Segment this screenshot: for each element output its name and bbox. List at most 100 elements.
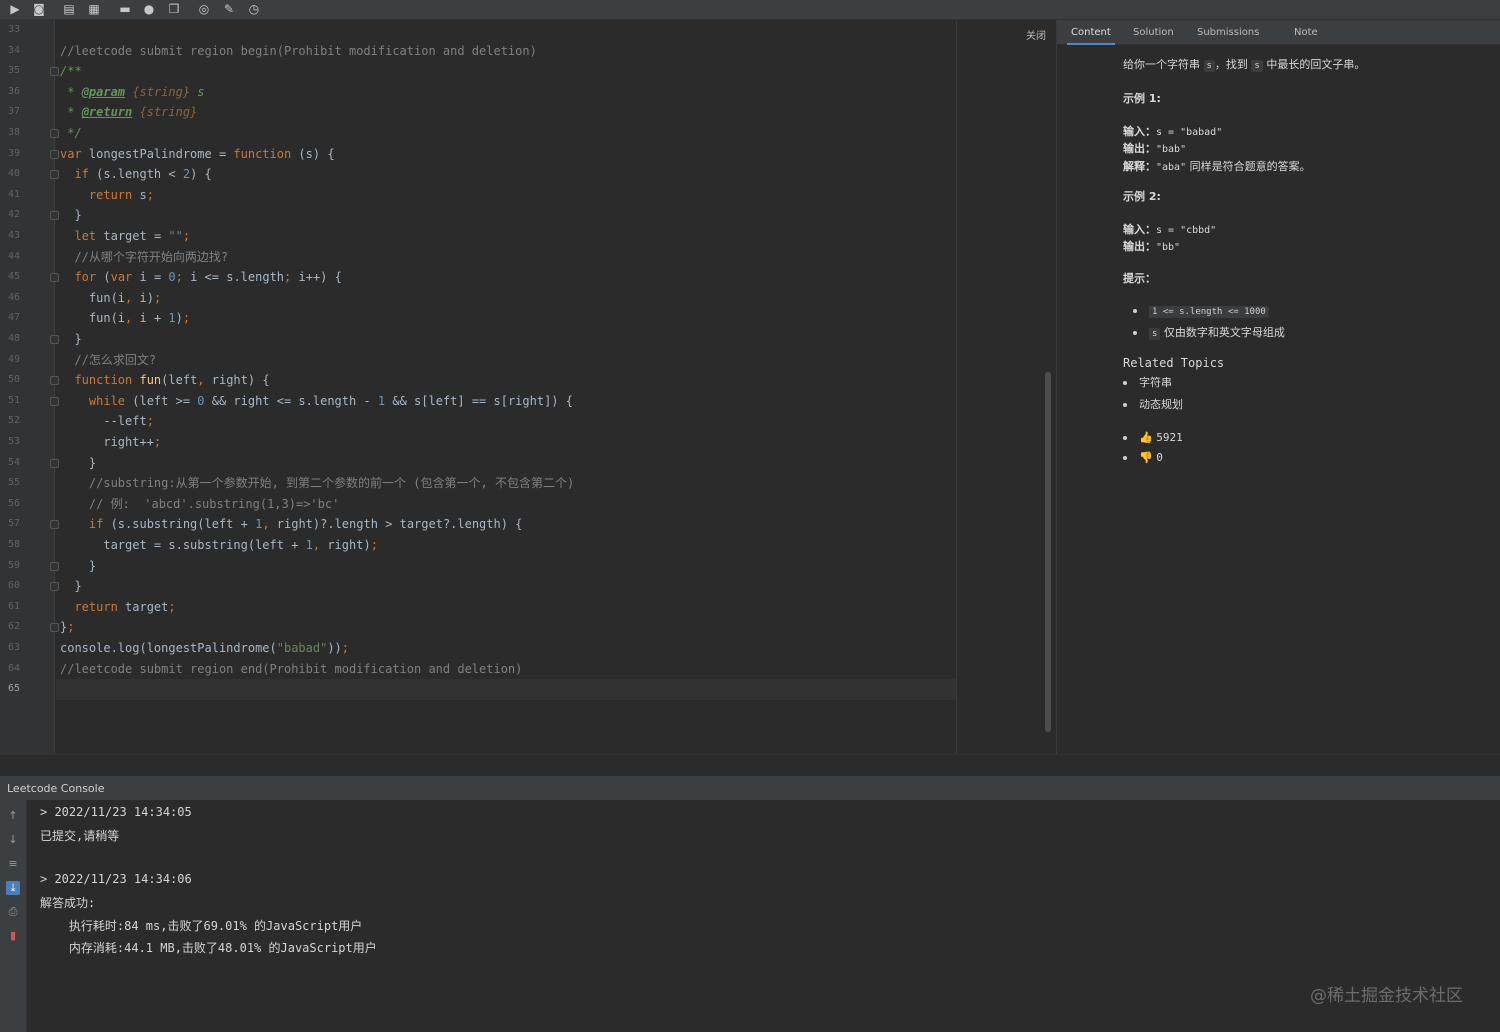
- code-line[interactable]: // 例: 'abcd'.substring(1,3)=>'bc': [60, 494, 339, 515]
- likes-item[interactable]: 👍 5921: [1123, 431, 1183, 444]
- hints-title: 提示：: [1123, 272, 1156, 285]
- code-line[interactable]: //leetcode submit region end(Prohibit mo…: [60, 659, 522, 680]
- thumbs-up-icon[interactable]: 👍: [1139, 431, 1153, 444]
- code-line[interactable]: };: [60, 617, 74, 638]
- copy-icon[interactable]: ❐: [166, 1, 182, 17]
- print-icon[interactable]: ⎙: [6, 905, 20, 919]
- topic-item[interactable]: 字符串: [1123, 374, 1172, 390]
- soft-wrap-icon[interactable]: ≡: [6, 857, 20, 871]
- submit-icon[interactable]: ▤: [61, 1, 77, 17]
- line-number: 53: [7, 436, 20, 447]
- run-icon[interactable]: ▶: [7, 1, 23, 17]
- hint-icon[interactable]: ●: [141, 1, 157, 17]
- console-line: 内存消耗:44.1 MB,击败了48.01% 的JavaScript用户: [40, 941, 377, 955]
- dislikes-item[interactable]: 👎 0: [1123, 451, 1163, 464]
- example-2-title: 示例 2:: [1123, 190, 1161, 203]
- code-line[interactable]: //substring:从第一个参数开始, 到第二个参数的前一个 (包含第一个,…: [60, 473, 574, 494]
- code-line[interactable]: --left;: [60, 411, 154, 432]
- explain-code: "aba": [1156, 162, 1187, 173]
- example-2-input: 输入：s = "cbbd": [1123, 221, 1216, 237]
- close-button[interactable]: 关闭: [1026, 27, 1046, 42]
- code-line[interactable]: return s;: [60, 185, 154, 206]
- code-line[interactable]: console.log(longestPalindrome("babad"));: [60, 638, 349, 659]
- line-number: 54: [7, 456, 20, 468]
- code-line[interactable]: if (s.length < 2) {: [60, 164, 211, 185]
- console-title: Leetcode Console: [7, 782, 105, 795]
- code-line[interactable]: right++;: [60, 432, 161, 453]
- code-line[interactable]: }: [60, 329, 81, 350]
- debug-icon[interactable]: ◙: [31, 1, 47, 17]
- code-line[interactable]: }: [60, 576, 81, 597]
- topic-label[interactable]: 字符串: [1139, 376, 1172, 389]
- code-line[interactable]: if (s.substring(left + 1, right)?.length…: [60, 514, 523, 535]
- code-line[interactable]: let target = "";: [60, 226, 190, 247]
- code-editor[interactable]: 33 34 35 36 37 38 39 40 41 42 43 44 45 46 47 48 49 50 51 52…: [0, 20, 1055, 754]
- console-toolbar: ↑ ↓ ≡ ⤓ ⎙ ▮: [0, 800, 27, 1032]
- line-number: 48: [7, 333, 20, 344]
- code-line[interactable]: return target;: [60, 597, 175, 618]
- line-number: 57: [7, 518, 20, 530]
- tab-content[interactable]: Content: [1067, 20, 1115, 45]
- code-line[interactable]: //怎么求回文?: [60, 350, 156, 371]
- code-line[interactable]: fun(i, i + 1);: [60, 308, 190, 329]
- code-line[interactable]: while (left >= 0 && right <= s.length - …: [60, 391, 573, 412]
- bullet: [1123, 381, 1127, 385]
- input-value: s = "cbbd": [1156, 225, 1217, 236]
- related-topics-title: Related Topics: [1123, 356, 1225, 370]
- line-number: 59: [7, 559, 20, 571]
- arrow-down-icon[interactable]: ↓: [6, 833, 20, 847]
- code-line[interactable]: }: [60, 453, 96, 474]
- explain-text: 同样是符合题意的答案。: [1186, 160, 1311, 173]
- dislikes-count: 0: [1156, 451, 1163, 464]
- trash-icon[interactable]: ▮: [6, 929, 20, 943]
- edit-icon[interactable]: ✎: [221, 1, 237, 17]
- tab-submissions[interactable]: Submissions: [1193, 20, 1263, 45]
- toolbar: ▶ ◙ ▤ ▦ ▬ ● ❐ ◎ ✎ ◷: [0, 0, 1500, 20]
- code-line[interactable]: function fun(left, right) {: [60, 370, 269, 391]
- code-line[interactable]: for (var i = 0; i <= s.length; i++) {: [60, 267, 341, 288]
- code-line[interactable]: //leetcode submit region begin(Prohibit …: [60, 41, 537, 62]
- thumbs-down-icon[interactable]: 👎: [1139, 451, 1153, 464]
- code-line[interactable]: * @param {string} s: [60, 82, 204, 103]
- watermark: @稀土掘金技术社区: [1310, 986, 1463, 1006]
- code-line[interactable]: var longestPalindrome = function (s) {: [60, 144, 335, 165]
- line-number: 45: [7, 271, 20, 283]
- console-output[interactable]: > 2022/11/23 14:34:05 已提交,请稍等 > 2022/11/…: [28, 800, 1500, 1032]
- explain-label: 解释：: [1123, 160, 1156, 173]
- panel-splitter[interactable]: [0, 754, 1500, 776]
- code-line[interactable]: //从哪个字符开始向两边找?: [60, 247, 228, 268]
- console-line: 执行耗时:84 ms,击败了69.01% 的JavaScript用户: [40, 919, 363, 933]
- problem-description: 给你一个字符串 s ，找到 s 中最长的回文子串。: [1123, 56, 1365, 72]
- code-area[interactable]: //leetcode submit region begin(Prohibit …: [56, 20, 956, 754]
- code-line[interactable]: /**: [60, 61, 82, 82]
- scroll-to-end-icon[interactable]: ⤓: [6, 881, 20, 895]
- code-line[interactable]: target = s.substring(left + 1, right);: [60, 535, 378, 556]
- line-number: 44: [7, 250, 20, 262]
- arrow-up-icon[interactable]: ↑: [6, 809, 20, 823]
- code-line[interactable]: * @return {string}: [60, 102, 197, 123]
- code-line[interactable]: */: [60, 123, 81, 144]
- code-line[interactable]: }: [60, 556, 96, 577]
- input-label: 输入：: [1123, 223, 1156, 236]
- example-2-output: 输出："bb": [1123, 238, 1180, 254]
- tab-solution[interactable]: Solution: [1129, 20, 1178, 45]
- topic-label[interactable]: 动态规划: [1139, 398, 1183, 411]
- input-label: 输入：: [1123, 125, 1156, 138]
- inline-code: s: [1251, 60, 1263, 72]
- code-line[interactable]: fun(i, i);: [60, 288, 161, 309]
- editor-scrollbar[interactable]: [1045, 372, 1051, 732]
- intro-text: 给你一个字符串: [1123, 58, 1204, 71]
- console-line: > 2022/11/23 14:34:05: [40, 805, 192, 819]
- output-value: "bb": [1156, 242, 1181, 253]
- topic-item[interactable]: 动态规划: [1123, 396, 1183, 412]
- likes-count: 5921: [1156, 431, 1183, 444]
- comment-icon[interactable]: ▬: [117, 1, 133, 17]
- line-number: 33: [7, 24, 20, 35]
- timer-icon[interactable]: ◷: [246, 1, 262, 17]
- line-number: 65: [7, 683, 20, 695]
- tab-note[interactable]: Note: [1290, 20, 1322, 45]
- code-line[interactable]: }: [60, 205, 81, 226]
- current-line-highlight: [56, 679, 956, 700]
- position-icon[interactable]: ◎: [196, 1, 212, 17]
- test-icon[interactable]: ▦: [86, 1, 102, 17]
